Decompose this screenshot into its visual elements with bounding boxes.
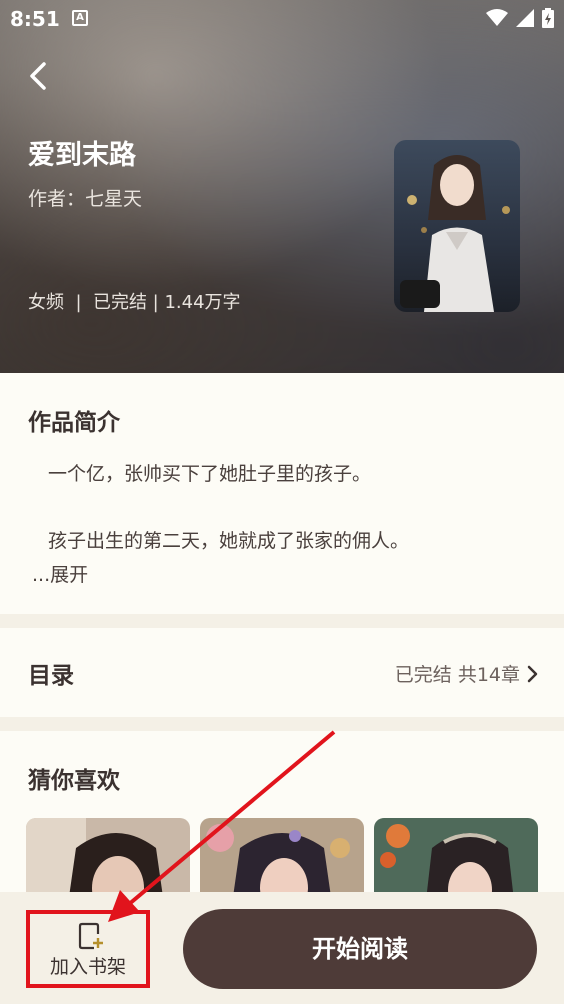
wifi-icon	[486, 9, 508, 26]
status-time: 8:51	[10, 7, 60, 31]
toc-row[interactable]: 目录 已完结 共14章	[0, 628, 564, 717]
intro-section: 作品简介 一个亿，张帅买下了她肚子里的孩子。 孩子出生的第二天，她就成了张家的佣…	[0, 373, 564, 614]
status-bar: 8:51 A	[0, 0, 564, 38]
back-button[interactable]	[20, 58, 60, 98]
add-to-shelf-button[interactable]: 加入书架	[26, 910, 150, 988]
book-author[interactable]: 作者：七星天	[28, 184, 142, 211]
expand-intro-link[interactable]: ...展开	[32, 560, 88, 587]
add-to-shelf-label: 加入书架	[49, 956, 126, 978]
book-meta: 女频 | 已完结 | 1.44万字	[28, 292, 241, 313]
recommend-title: 猜你喜欢	[28, 768, 120, 794]
toc-status[interactable]: 已完结 共14章	[395, 660, 540, 687]
chevron-left-icon	[30, 62, 46, 90]
book-header: 8:51 A 爱到末路 作者：七星天 女频 | 已完结 | 1.44万字	[0, 0, 564, 373]
intro-paragraph: 一个亿，张帅买下了她肚子里的孩子。	[48, 463, 372, 485]
toc-status-text: 已完结 共14章	[394, 664, 520, 686]
book-cover-image	[394, 140, 520, 312]
toc-title: 目录	[28, 663, 74, 689]
signal-icon	[516, 9, 534, 27]
intro-paragraph: 孩子出生的第二天，她就成了张家的佣人。	[48, 530, 410, 552]
book-title: 爱到末路	[28, 140, 136, 171]
start-reading-button[interactable]: 开始阅读	[183, 909, 537, 989]
bottom-action-bar: 加入书架 开始阅读	[0, 892, 564, 1004]
chevron-right-icon	[527, 665, 538, 682]
battery-icon	[542, 8, 554, 28]
notification-a-icon: A	[72, 10, 88, 26]
add-to-shelf-icon	[78, 922, 103, 950]
intro-title: 作品简介	[28, 410, 120, 436]
